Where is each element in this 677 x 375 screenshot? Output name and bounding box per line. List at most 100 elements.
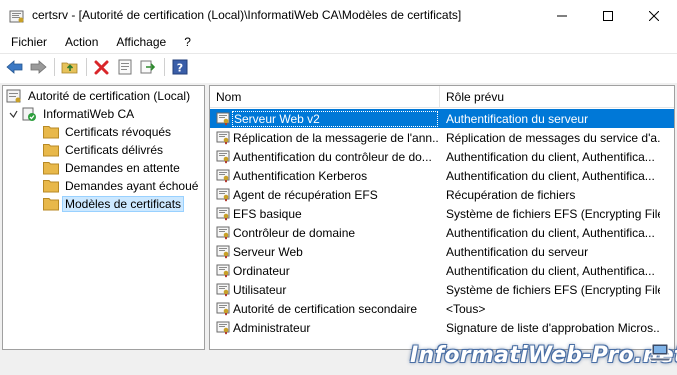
template-row[interactable]: Agent de récupération EFS Récupération de… — [210, 185, 674, 204]
template-row[interactable]: Utilisateur Système de fichiers EFS (Encr… — [210, 280, 674, 299]
tree-folder-issued[interactable]: Certificats délivrés — [43, 141, 163, 159]
template-role: Système de fichiers EFS (Encrypting File… — [446, 282, 660, 297]
menu-action[interactable]: Action — [58, 31, 105, 53]
template-name: Contrôleur de domaine — [233, 225, 356, 240]
template-role: Authentification du serveur — [446, 244, 589, 259]
template-name: Serveur Web — [233, 244, 303, 259]
menu-file[interactable]: Fichier — [4, 31, 54, 53]
help-button[interactable]: ? — [169, 56, 191, 78]
template-name: Autorité de certification secondaire — [233, 301, 418, 316]
certificate-template-icon — [216, 225, 231, 240]
template-row[interactable]: Authentification Kerberos Authentificatio… — [210, 166, 674, 185]
template-name: Authentification du contrôleur de do... — [233, 149, 432, 164]
up-folder-icon — [61, 62, 78, 74]
properties-icon — [118, 59, 132, 75]
certificate-template-icon — [216, 301, 231, 316]
ca-console-icon — [6, 88, 22, 104]
tree-ca[interactable]: InformatiWeb CA — [9, 105, 134, 123]
template-row[interactable]: Serveur Web Authentification du serveur — [210, 242, 674, 261]
folder-icon — [43, 160, 59, 176]
template-role: Authentification du client, Authentifica… — [446, 168, 655, 183]
certificate-template-icon — [216, 111, 231, 126]
template-row[interactable]: Administrateur Signature de liste d'appro… — [210, 318, 674, 337]
tree-folder-label: Demandes ayant échoué — [65, 179, 199, 193]
svg-text:?: ? — [177, 62, 183, 75]
certificate-template-icon — [216, 168, 231, 183]
certificate-template-icon — [216, 187, 231, 202]
folder-icon — [43, 178, 59, 194]
template-name: EFS basique — [233, 206, 302, 221]
menu-view[interactable]: Affichage — [109, 31, 173, 53]
template-row[interactable]: Réplication de la messagerie de l'ann...… — [210, 128, 674, 147]
list-header: Nom Rôle prévu — [210, 86, 674, 108]
tree-folder-templates[interactable]: Modèles de certificats — [43, 195, 185, 213]
template-role: <Tous> — [446, 301, 486, 316]
title-bar: certsrv - [Autorité de certification (Lo… — [0, 0, 677, 31]
tree-folder-label: Certificats révoqués — [65, 125, 172, 139]
forward-button[interactable] — [27, 56, 49, 78]
laptop-logo-icon — [648, 340, 672, 364]
watermark-text: InformatiWeb-Pro.net — [410, 343, 677, 368]
tree-folder-revoked[interactable]: Certificats révoqués — [43, 123, 171, 141]
template-row[interactable]: EFS basique Système de fichiers EFS (Encr… — [210, 204, 674, 223]
export-button[interactable] — [137, 56, 159, 78]
maximize-button[interactable] — [585, 0, 631, 31]
template-name: Réplication de la messagerie de l'ann... — [233, 130, 438, 145]
templates-list[interactable]: Nom Rôle prévu Serveur Web v2 Authentific… — [209, 85, 675, 350]
properties-button[interactable] — [114, 56, 136, 78]
certificate-template-icon — [216, 149, 231, 164]
window-title: certsrv - [Autorité de certification (Lo… — [32, 8, 462, 22]
template-row[interactable]: Contrôleur de domaine Authentification du… — [210, 223, 674, 242]
tree-folder-label: Demandes en attente — [65, 161, 180, 175]
tree-root[interactable]: Autorité de certification (Local) — [6, 87, 190, 105]
back-icon — [6, 60, 23, 74]
certificate-template-icon — [216, 282, 231, 297]
template-row[interactable]: Serveur Web v2 Authentification du serveu… — [210, 109, 674, 128]
template-row[interactable]: Ordinateur Authentification du client, Au… — [210, 261, 674, 280]
template-role: Authentification du serveur — [446, 111, 589, 126]
tree-folder-pending[interactable]: Demandes en attente — [43, 159, 180, 177]
up-folder-button[interactable] — [59, 56, 81, 78]
folder-icon — [43, 142, 59, 158]
template-role: Système de fichiers EFS (Encrypting File… — [446, 206, 660, 221]
certificate-template-icon — [216, 263, 231, 278]
template-role: Signature de liste d'approbation Micros.… — [446, 320, 660, 335]
toolbar-separator — [164, 58, 165, 76]
delete-button[interactable] — [91, 56, 113, 78]
toolbar-separator — [54, 58, 55, 76]
certificate-template-icon — [216, 320, 231, 335]
minimize-button[interactable] — [539, 0, 585, 31]
forward-icon — [30, 60, 47, 74]
template-name: Administrateur — [233, 320, 311, 335]
template-name: Ordinateur — [233, 263, 290, 278]
certsrv-app-icon[interactable] — [9, 8, 25, 24]
menu-help[interactable]: ? — [177, 31, 198, 53]
template-role: Réplication de messages du service d'a..… — [446, 130, 660, 145]
tree-root-label: Autorité de certification (Local) — [28, 89, 191, 103]
template-name: Serveur Web v2 — [232, 110, 438, 127]
certificate-template-icon — [216, 244, 231, 259]
export-icon — [140, 60, 156, 74]
template-role: Authentification du client, Authentifica… — [446, 149, 655, 164]
help-icon: ? — [172, 59, 188, 75]
menu-bar: Fichier Action Affichage ? — [0, 31, 677, 53]
template-name: Authentification Kerberos — [233, 168, 368, 183]
close-button[interactable] — [631, 0, 677, 31]
template-row[interactable]: Authentification du contrôleur de do... A… — [210, 147, 674, 166]
tree-folder-failed[interactable]: Demandes ayant échoué — [43, 177, 198, 195]
delete-icon — [94, 60, 109, 75]
template-name: Utilisateur — [233, 282, 287, 297]
ca-status-icon — [21, 106, 37, 122]
expand-chevron-icon[interactable] — [9, 110, 21, 119]
template-row[interactable]: Autorité de certification secondaire <Tou… — [210, 299, 674, 318]
tree-folder-label: Modèles de certificats — [62, 196, 185, 212]
column-header-role[interactable]: Rôle prévu — [439, 86, 674, 108]
back-button[interactable] — [4, 56, 26, 78]
toolbar: ? — [0, 53, 677, 80]
tree-ca-label: InformatiWeb CA — [43, 107, 135, 121]
tree-pane[interactable]: Autorité de certification (Local) Inform… — [2, 85, 205, 350]
certificate-template-icon — [216, 130, 231, 145]
template-name: Agent de récupération EFS — [233, 187, 378, 202]
template-role: Authentification du client, Authentifica… — [446, 225, 655, 240]
column-header-name[interactable]: Nom — [210, 86, 439, 108]
